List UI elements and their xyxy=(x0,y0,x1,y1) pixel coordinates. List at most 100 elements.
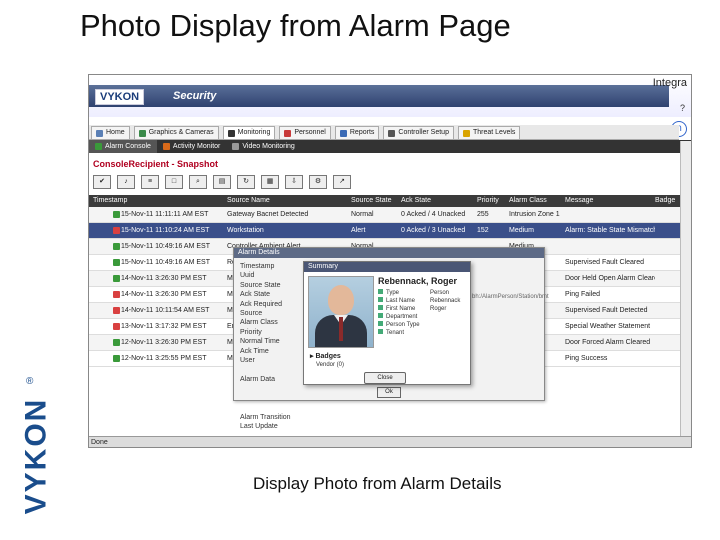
property-value: Roger xyxy=(430,306,447,312)
cell-msg: Supervised Fault Cleared xyxy=(565,259,644,266)
subtab-label: Alarm Console xyxy=(105,143,151,150)
right-brand: Integra xyxy=(652,77,687,89)
subtab-activity-monitor[interactable]: Activity Monitor xyxy=(157,140,226,153)
acknowledge-icon[interactable]: ✔ xyxy=(93,175,111,189)
main-nav: Home Graphics & Cameras Monitoring Perso… xyxy=(89,125,679,140)
zoom-icon[interactable]: ⌕ xyxy=(189,175,207,189)
person-property: Person Type xyxy=(378,321,460,329)
alarm-bell-icon xyxy=(113,211,120,218)
tab-reports[interactable]: Reports xyxy=(334,126,380,139)
settings-icon[interactable]: ⚙ xyxy=(309,175,327,189)
cell-state: Normal xyxy=(351,211,374,218)
cell-time: 14-Nov-11 3:26:30 PM EST xyxy=(121,291,207,298)
alarm-details-title: Alarm Details xyxy=(234,248,544,258)
people-icon xyxy=(284,129,292,137)
detail-field-label xyxy=(240,365,291,374)
property-key: First Name xyxy=(386,306,416,312)
property-key: Type xyxy=(386,290,400,296)
app-logo: VYKON xyxy=(95,89,145,105)
cell-msg: Supervised Fault Detected xyxy=(565,307,648,314)
col-source-name[interactable]: Source Name xyxy=(227,195,270,207)
property-key: Tenant xyxy=(386,330,405,336)
detail-field-label: Source State xyxy=(240,281,281,289)
person-name: Rebennack, Roger xyxy=(378,276,458,286)
table-row[interactable]: 15-Nov-11 11:10:24 AM EST Workstation Aler… xyxy=(89,223,687,239)
tab-graphics-cameras[interactable]: Graphics & Cameras xyxy=(133,126,219,139)
cell-time: 15-Nov-11 11:11:11 AM EST xyxy=(121,211,209,218)
tab-threat-levels[interactable]: Threat Levels xyxy=(457,126,521,139)
person-property: Department xyxy=(378,313,460,321)
person-property: Tenant xyxy=(378,329,460,337)
col-source-state[interactable]: Source State xyxy=(351,195,391,207)
side-logo: VYKON xyxy=(19,392,52,520)
side-logo-reg: ® xyxy=(26,376,34,387)
alarm-bell-icon xyxy=(113,339,120,346)
property-key: Department xyxy=(386,314,418,320)
property-bullet-icon xyxy=(378,305,383,310)
tab-monitoring[interactable]: Monitoring xyxy=(222,126,276,139)
detail-field-label: Normal Time xyxy=(240,338,280,346)
cell-msg: Ping Failed xyxy=(565,291,601,298)
notes-icon[interactable]: □ xyxy=(165,175,183,189)
property-key: Last Name xyxy=(386,298,416,304)
cell-msg: Alarm: Stable State Mismatch xyxy=(565,227,655,234)
ok-button[interactable]: Ok xyxy=(377,387,401,398)
detail-field-label: Timestamp xyxy=(240,263,275,270)
tab-home[interactable]: Home xyxy=(91,126,130,139)
col-alarm-class[interactable]: Alarm Class xyxy=(509,195,547,207)
badges-label-text: Badges xyxy=(315,353,341,360)
product-name: Security xyxy=(173,90,217,102)
tab-personnel[interactable]: Personnel xyxy=(279,126,331,139)
property-value: Person xyxy=(430,290,450,296)
tab-controller-setup[interactable]: Controller Setup xyxy=(383,126,454,139)
cell-time: 12-Nov-11 3:26:30 PM EST xyxy=(121,339,207,346)
badge-item[interactable]: Vendor (0) xyxy=(316,362,344,368)
cell-msg: Special Weather Statement xyxy=(565,323,651,330)
refresh-icon[interactable]: ↻ xyxy=(237,175,255,189)
dots-icon xyxy=(227,129,235,137)
col-timestamp[interactable]: Timestamp xyxy=(93,195,127,207)
col-ack-state[interactable]: Ack State xyxy=(401,195,431,207)
cell-ack: 0 Acked / 3 Unacked xyxy=(401,227,466,234)
report-icon xyxy=(339,129,347,137)
cell-cls: Medium xyxy=(509,227,534,234)
video-icon xyxy=(232,143,240,150)
detail-field-label: Ack Required xyxy=(240,300,283,308)
sub-nav: Alarm Console Activity Monitor Video Mon… xyxy=(89,140,691,153)
property-value: Rebennack xyxy=(430,298,461,304)
alarm-bell-icon xyxy=(113,259,120,266)
col-priority[interactable]: Priority xyxy=(477,195,499,207)
property-bullet-icon xyxy=(378,297,383,302)
detail-field-label: Last Update xyxy=(240,422,278,430)
tab-label: Personnel xyxy=(294,129,326,136)
filter-icon[interactable]: ≡ xyxy=(141,175,159,189)
cell-source: Gateway Bacnet Detected xyxy=(227,211,309,218)
hyperlink-icon[interactable]: ↗ xyxy=(333,175,351,189)
tab-label: Reports xyxy=(349,129,375,136)
report-icon[interactable]: ▦ xyxy=(261,175,279,189)
col-message[interactable]: Message xyxy=(565,195,593,207)
vertical-scrollbar[interactable] xyxy=(680,141,691,436)
subtab-alarm-console[interactable]: Alarm Console xyxy=(89,140,157,153)
col-badge[interactable]: Badge xyxy=(655,195,675,207)
close-button[interactable]: Close xyxy=(364,372,406,384)
detail-field-label: Priority xyxy=(240,328,262,336)
export-icon[interactable]: ⇩ xyxy=(285,175,303,189)
alarm-bell-icon xyxy=(113,355,120,362)
detail-field-label xyxy=(240,394,291,403)
silence-icon[interactable]: ♪ xyxy=(117,175,135,189)
tab-label: Controller Setup xyxy=(398,129,449,136)
help-icon[interactable]: ? xyxy=(680,103,685,113)
side-logo-text: VYKON xyxy=(19,397,52,515)
alarm-bell-icon xyxy=(113,275,120,282)
home-icon xyxy=(96,129,103,137)
app-banner: VYKON Security Integra ? xyxy=(89,75,691,117)
tab-label: Monitoring xyxy=(237,129,271,136)
print-icon[interactable]: ▤ xyxy=(213,175,231,189)
alarm-bell-icon xyxy=(113,323,120,330)
alarm-bell-icon xyxy=(113,227,120,234)
subtab-video-monitoring[interactable]: Video Monitoring xyxy=(226,140,300,153)
cell-time: 14-Nov-11 10:11:54 AM EST xyxy=(121,307,210,314)
person-property: Type Person xyxy=(378,289,460,297)
table-row[interactable]: 15-Nov-11 11:11:11 AM EST Gateway Bacnet … xyxy=(89,207,687,223)
